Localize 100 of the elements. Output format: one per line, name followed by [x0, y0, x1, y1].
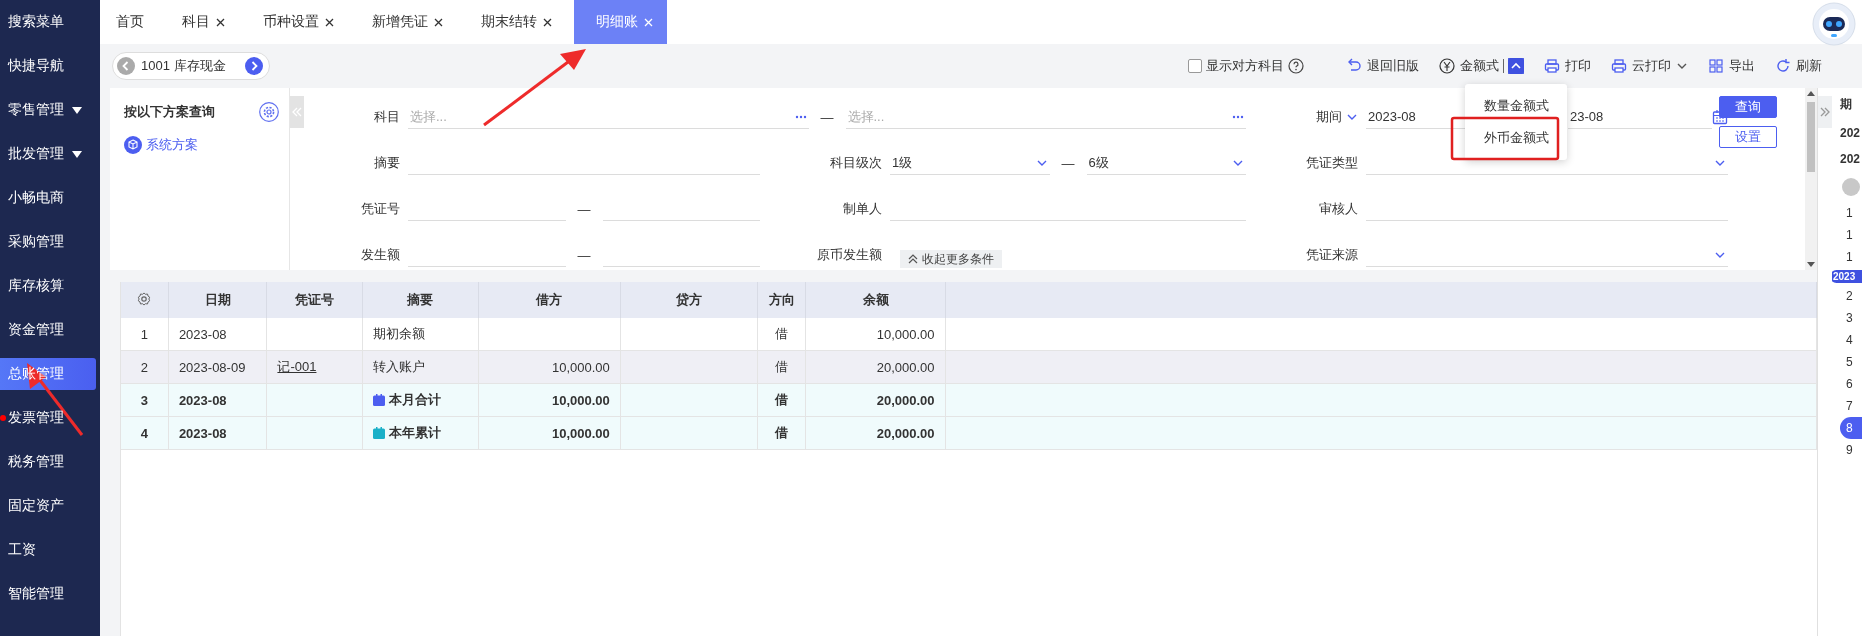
- table-cell: 借: [757, 383, 806, 417]
- column-header[interactable]: 贷方: [620, 282, 758, 318]
- voucher-link[interactable]: 记-001: [277, 359, 317, 374]
- close-icon: [434, 17, 443, 27]
- month-item[interactable]: 1: [1840, 246, 1862, 268]
- toolbar-button[interactable]: 刷新: [1775, 57, 1822, 75]
- grid-icon: [1708, 58, 1724, 74]
- column-header[interactable]: 日期: [168, 282, 267, 318]
- account-selector[interactable]: 1001 库存现金: [112, 52, 270, 80]
- toolbar-button[interactable]: 退回旧版: [1346, 57, 1419, 75]
- month-item[interactable]: 7: [1840, 395, 1862, 417]
- table-cell: 2023-08: [168, 383, 267, 417]
- month-item[interactable]: 1: [1840, 202, 1862, 224]
- next-icon[interactable]: [245, 57, 263, 75]
- tab[interactable]: 币种设置: [247, 0, 350, 44]
- help-icon: [1288, 58, 1304, 74]
- close-icon: [325, 17, 334, 27]
- column-header[interactable]: 凭证号: [266, 282, 363, 318]
- collapse-icon[interactable]: [1508, 58, 1524, 74]
- close-icon: [216, 17, 225, 27]
- input-field[interactable]: 6级: [1086, 151, 1246, 175]
- sidebar-item[interactable]: 库存核算: [0, 264, 96, 308]
- column-header[interactable]: 借方: [478, 282, 621, 318]
- month-item[interactable]: 5: [1840, 351, 1862, 373]
- sidebar-item[interactable]: 搜索菜单: [0, 0, 96, 44]
- caret-icon: [72, 150, 82, 158]
- year-item[interactable]: 202: [1840, 120, 1862, 146]
- range-dash: —: [577, 201, 591, 217]
- toolbar-button[interactable]: 导出: [1708, 57, 1755, 75]
- sidebar-item[interactable]: 智能管理: [0, 572, 96, 616]
- collapse-conditions-button[interactable]: 收起更多条件: [900, 250, 1002, 268]
- double-chevron-left-icon: [292, 107, 302, 117]
- settings-icon[interactable]: [259, 102, 279, 122]
- month-item[interactable]: 6: [1840, 373, 1862, 395]
- table-cell: 期初余额: [362, 318, 479, 351]
- sidebar-item[interactable]: 工资: [0, 528, 96, 572]
- settings-button[interactable]: 设置: [1719, 126, 1777, 148]
- column-header[interactable]: 摘要: [362, 282, 479, 318]
- month-item[interactable]: 1: [1840, 224, 1862, 246]
- table-cell: 4: [121, 416, 169, 450]
- sidebar-item[interactable]: 快捷导航: [0, 44, 96, 88]
- sidebar-item[interactable]: 采购管理: [0, 220, 96, 264]
- input-field[interactable]: 1级: [890, 151, 1050, 175]
- table-cell: 1: [121, 318, 169, 351]
- tab[interactable]: 首页: [100, 0, 160, 44]
- field-label: 凭证来源: [1306, 246, 1358, 264]
- table-cell: 10,000.00: [478, 416, 621, 450]
- table-cell: 20,000.00: [806, 416, 945, 450]
- table-cell: 2: [121, 350, 169, 384]
- field-label: 科目: [374, 108, 400, 126]
- sidebar-item[interactable]: 零售管理: [0, 88, 96, 132]
- table-cell: 10,000.00: [478, 383, 621, 417]
- field-label: 期间: [1316, 108, 1342, 126]
- toolbar-button[interactable]: 金额式: [1439, 57, 1499, 75]
- alert-dot: [0, 415, 6, 421]
- table-cell: 本年累计: [388, 424, 441, 442]
- toolbar-button[interactable]: 云打印: [1611, 57, 1688, 75]
- tab[interactable]: 期末结转: [465, 0, 568, 44]
- table-cell: 20,000.00: [806, 383, 945, 417]
- expand-button[interactable]: [1818, 96, 1832, 128]
- table-cell: 10,000.00: [806, 318, 945, 351]
- month-item[interactable]: 4: [1840, 329, 1862, 351]
- collapse-button[interactable]: [290, 96, 304, 128]
- field-label: 制单人: [843, 200, 882, 218]
- toolbar-button[interactable]: 打印: [1544, 57, 1591, 75]
- year-item[interactable]: 202: [1840, 146, 1862, 172]
- print-icon: [1611, 58, 1627, 74]
- calendar-icon: [372, 427, 385, 439]
- tab[interactable]: 新增凭证: [356, 0, 459, 44]
- double-chevron-right-icon: [1820, 107, 1830, 117]
- field-label: 原币发生额: [817, 246, 882, 264]
- input-field[interactable]: 23-08: [1568, 105, 1712, 129]
- table-cell: 借: [757, 318, 806, 351]
- scheme-item[interactable]: 系统方案: [124, 136, 198, 154]
- panel-title: 按以下方案查询: [124, 103, 215, 121]
- checkbox[interactable]: [1188, 59, 1202, 73]
- more-icon: [794, 114, 807, 119]
- panel-title: 期: [1840, 96, 1853, 113]
- table-cell: 本月合计: [388, 391, 441, 409]
- sidebar-item[interactable]: 税务管理: [0, 440, 96, 484]
- month-item[interactable]: 8: [1840, 417, 1862, 439]
- month-item[interactable]: 3: [1840, 307, 1862, 329]
- caret-icon: [72, 106, 82, 114]
- print-icon: [1544, 58, 1560, 74]
- sidebar-item[interactable]: 固定资产: [0, 484, 96, 528]
- undo-icon: [1346, 58, 1362, 74]
- column-header[interactable]: 余额: [806, 282, 945, 318]
- settings-icon[interactable]: [137, 291, 152, 306]
- month-item[interactable]: 9: [1840, 439, 1862, 461]
- table-cell: 10,000.00: [478, 350, 621, 384]
- column-header[interactable]: 方向: [757, 282, 806, 318]
- month-item[interactable]: 2: [1840, 285, 1862, 307]
- tab[interactable]: 科目: [166, 0, 241, 44]
- sidebar-item[interactable]: 发票管理: [0, 396, 96, 440]
- sidebar-item[interactable]: 批发管理: [0, 132, 96, 176]
- query-button[interactable]: 查询: [1719, 96, 1777, 118]
- previous-icon[interactable]: [117, 57, 135, 75]
- sidebar-item[interactable]: 小畅电商: [0, 176, 96, 220]
- yen-icon: [1439, 58, 1455, 74]
- sidebar-item[interactable]: 资金管理: [0, 308, 96, 352]
